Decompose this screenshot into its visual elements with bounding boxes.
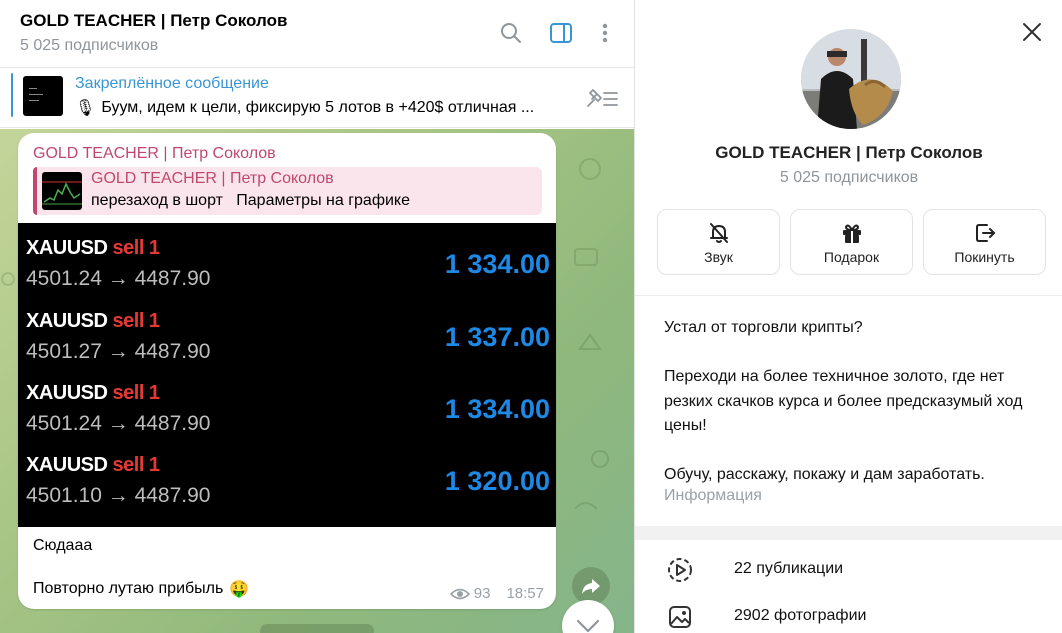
photos-label: 2902 фотографии [734, 607, 867, 624]
money-mouth-icon: 🤑 [229, 581, 250, 598]
mute-label: Звук [704, 249, 733, 265]
search-icon[interactable] [498, 20, 524, 46]
mute-button[interactable]: Звук [657, 209, 780, 275]
channel-subscriber-count: 5 025 подписчиков [779, 169, 919, 186]
trade-profit: 1 334.00 [444, 249, 550, 279]
close-icon[interactable] [1020, 20, 1044, 44]
description-line: Обучу, расскажу, покажу и дам заработать… [664, 466, 985, 483]
chat-subscriber-count: 5 025 подписчиков [20, 37, 159, 54]
forwarded-from-name[interactable]: GOLD TEACHER | Петр Соколов [33, 145, 276, 163]
pinned-indicator [11, 73, 13, 117]
trade-row: XAUUSD sell 1 4501.27 → 4487.90 1 337.00 [26, 310, 550, 380]
chat-title[interactable]: GOLD TEACHER | Петр Соколов [20, 11, 287, 31]
description-line: Устал от торговли крипты? [664, 319, 863, 336]
photos-row[interactable]: 2902 фотографии [635, 594, 1062, 633]
channel-info-panel: GOLD TEACHER | Петр Соколов 5 025 подпис… [634, 0, 1062, 633]
message-time: 18:57 [506, 585, 544, 602]
trade-side: sell 1 [112, 382, 161, 404]
chevron-down-icon [576, 619, 600, 633]
gift-icon [791, 220, 912, 246]
trade-price: 4501.10 → 4487.90 [26, 484, 211, 507]
reply-preview[interactable]: GOLD TEACHER | Петр Соколов перезаход в … [33, 167, 542, 215]
reply-bar [33, 167, 37, 215]
bell-off-icon [658, 220, 779, 246]
message-text-line: Сюдааа [33, 537, 93, 554]
trade-symbol: XAUUSD [26, 310, 108, 332]
message-text: Повторно лутаю прибыль [33, 580, 224, 597]
description-line: Переходи на более техничное золото, где … [664, 368, 1023, 434]
message-meta: 93 18:57 [449, 585, 544, 602]
microphone-icon: 🎙 [75, 100, 96, 117]
sidebar-toggle-icon[interactable] [548, 20, 574, 46]
leave-icon [924, 220, 1045, 246]
trade-side: sell 1 [112, 237, 161, 259]
share-arrow-icon [582, 579, 600, 594]
trade-profit: 1 334.00 [444, 394, 550, 424]
publications-label: 22 публикации [734, 560, 844, 577]
channel-name: GOLD TEACHER | Петр Соколов [715, 143, 983, 162]
trade-profit: 1 320.00 [444, 466, 550, 496]
pinned-thumbnail [23, 76, 63, 116]
message-bubble[interactable]: GOLD TEACHER | Петр Соколов GOLD TEACHER… [18, 133, 556, 609]
pinned-preview: 🎙 Буум, идем к цели, фиксирую 5 лотов в … [75, 98, 557, 118]
reply-thumbnail [42, 172, 82, 210]
trade-row: XAUUSD sell 1 4501.10 → 4487.90 1 320.00 [26, 454, 550, 524]
chat-background: GOLD TEACHER | Петр Соколов GOLD TEACHER… [0, 129, 634, 633]
trade-price: 4501.24 → 4487.90 [26, 267, 211, 290]
trade-profit: 1 337.00 [444, 322, 550, 352]
trade-symbol: XAUUSD [26, 237, 108, 259]
views-eye-icon [449, 588, 470, 599]
pinned-title: Закреплённое сообщение [75, 75, 269, 92]
publications-icon [667, 557, 693, 583]
trade-symbol: XAUUSD [26, 382, 108, 404]
pinned-message-bar[interactable]: Закреплённое сообщение 🎙 Буум, идем к це… [0, 68, 634, 128]
channel-description: Устал от торговли крипты? Переходи на бо… [664, 316, 1044, 488]
description-label: Информация [664, 487, 762, 504]
trade-screenshot[interactable]: XAUUSD sell 1 4501.24 → 4487.90 1 334.00… [18, 223, 556, 527]
chat-header[interactable]: GOLD TEACHER | Петр Соколов 5 025 подпис… [0, 0, 634, 68]
trade-row: XAUUSD sell 1 4501.24 → 4487.90 1 334.00 [26, 237, 550, 307]
reply-author: GOLD TEACHER | Петр Соколов [91, 170, 334, 187]
trade-price: 4501.27 → 4487.90 [26, 340, 211, 363]
publications-row[interactable]: 22 публикации [635, 547, 1062, 591]
pinned-list-icon[interactable] [584, 86, 620, 110]
message-text-line: Повторно лутаю прибыль 🤑 [33, 579, 249, 599]
trade-side: sell 1 [112, 310, 161, 332]
reply-text: перезаход в шорт Параметры на графике [91, 192, 411, 209]
photo-icon [667, 604, 693, 630]
trade-side: sell 1 [112, 454, 161, 476]
leave-label: Покинуть [954, 249, 1015, 265]
leave-button[interactable]: Покинуть [923, 209, 1046, 275]
gift-label: Подарок [823, 249, 880, 265]
trade-symbol: XAUUSD [26, 454, 108, 476]
channel-avatar[interactable] [801, 29, 901, 129]
pinned-preview-text: Буум, идем к цели, фиксирую 5 лотов в +4… [101, 99, 535, 116]
chat-panel: GOLD TEACHER | Петр Соколов 5 025 подпис… [0, 0, 634, 633]
trade-row: XAUUSD sell 1 4501.24 → 4487.90 1 334.00 [26, 382, 550, 452]
divider [635, 295, 1062, 296]
date-pill [260, 624, 374, 633]
more-vert-icon[interactable] [592, 20, 618, 46]
trade-price: 4501.24 → 4487.90 [26, 412, 211, 435]
view-count: 93 [473, 585, 491, 602]
section-separator [635, 526, 1062, 540]
gift-button[interactable]: Подарок [790, 209, 913, 275]
